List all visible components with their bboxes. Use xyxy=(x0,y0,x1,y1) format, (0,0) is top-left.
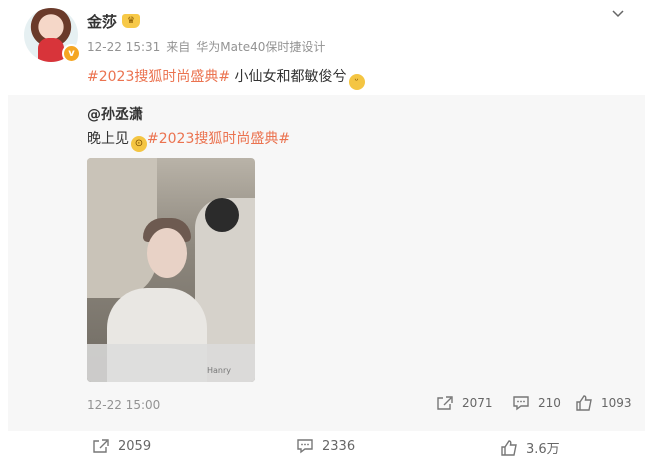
repost-card[interactable]: @孙丞潇 晚上见 ⊙ #2023搜狐时尚盛典# Hanry 12-22 15:00 … xyxy=(8,95,645,431)
repost-body: 晚上见 xyxy=(87,131,129,147)
repost-hashtag[interactable]: #2023搜狐时尚盛典# xyxy=(147,131,290,147)
comment-icon xyxy=(297,439,313,454)
crown-badge-icon[interactable]: ♛ xyxy=(122,14,140,28)
share-button[interactable]: 2059 xyxy=(92,438,151,454)
like-count: 3.6万 xyxy=(526,442,560,457)
author-name[interactable]: 金莎 xyxy=(87,11,117,32)
avatar-figure xyxy=(38,38,64,62)
share-icon xyxy=(93,439,109,453)
post-hashtag[interactable]: #2023搜狐时尚盛典# xyxy=(87,69,230,85)
post-footer: 2059 2336 3.6万 xyxy=(0,432,645,460)
comment-button[interactable]: 2336 xyxy=(296,438,355,454)
comment-count: 2336 xyxy=(322,438,356,454)
like-button[interactable]: 3.6万 xyxy=(500,438,560,457)
post-timestamp[interactable]: 12-22 15:31 xyxy=(87,40,160,54)
chevron-down-icon[interactable] xyxy=(611,7,625,21)
repost-like-count: 1093 xyxy=(601,396,632,410)
like-icon xyxy=(501,439,517,456)
source-device[interactable]: 华为Mate40保时捷设计 xyxy=(196,40,325,54)
repost-author[interactable]: @孙丞潇 xyxy=(87,104,143,124)
repost-like-button[interactable]: 1093 xyxy=(575,395,632,411)
share-icon xyxy=(437,396,453,410)
repost-time[interactable]: 12-22 15:00 xyxy=(87,398,160,412)
repost-photo[interactable]: Hanry xyxy=(87,158,255,382)
comment-icon xyxy=(513,396,529,411)
post-meta: 12-22 15:31 来自 华为Mate40保时捷设计 xyxy=(87,38,331,55)
photo-watermark: Hanry xyxy=(207,366,232,375)
repost-text: 晚上见 ⊙ #2023搜狐时尚盛典# xyxy=(87,128,290,152)
photo-mirror-edge xyxy=(87,344,255,382)
post-text: #2023搜狐时尚盛典# 小仙女和都敏俊兮 ᵕ xyxy=(87,66,365,90)
verified-badge-icon: v xyxy=(62,44,81,63)
weibo-post: v 金莎 ♛ 12-22 15:31 来自 华为Mate40保时捷设计 #2023搜… xyxy=(0,0,645,460)
repost-share-count: 2071 xyxy=(462,396,493,410)
share-count: 2059 xyxy=(118,438,152,454)
emoji-icon: ⊙ xyxy=(131,136,147,152)
repost-comment-count: 210 xyxy=(538,396,561,410)
repost-share-button[interactable]: 2071 xyxy=(436,395,493,411)
photo-subject-face xyxy=(147,228,187,278)
photo-artist-head xyxy=(205,198,239,232)
repost-comment-button[interactable]: 210 xyxy=(512,395,561,411)
source-prefix: 来自 xyxy=(166,40,191,54)
like-icon xyxy=(576,395,592,411)
emoji-icon: ᵕ xyxy=(348,74,365,90)
post-body: 小仙女和都敏俊兮 xyxy=(230,69,347,85)
